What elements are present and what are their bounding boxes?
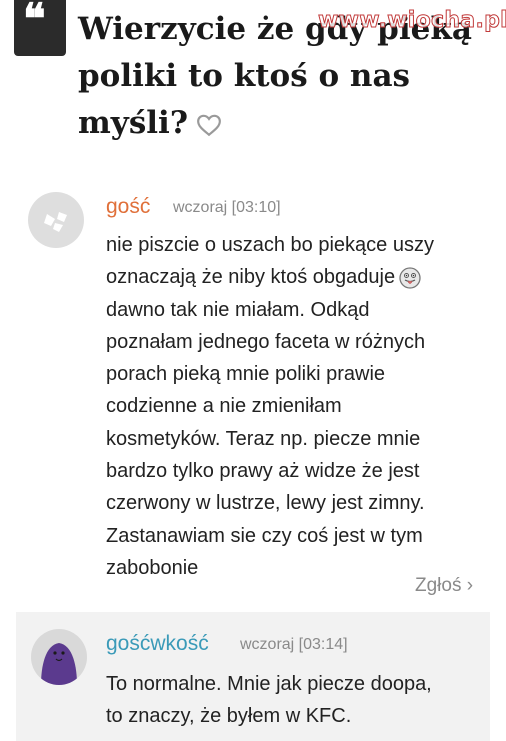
comment-line-text: oznaczają że niby ktoś obgaduje xyxy=(106,266,396,289)
thread-header: ❝ Wierzycie że gdy pieką poliki to ktoś … xyxy=(0,0,506,165)
comment-body: nie piszcie o uszach bo piekące uszy ozn… xyxy=(106,229,496,584)
comment: gośćwkość wczoraj [03:14] To normalne. M… xyxy=(16,612,490,741)
comment-timestamp: wczoraj [03:14] xyxy=(240,636,348,653)
comment-body: To normalne. Mnie jak piecze doopa, to z… xyxy=(106,668,486,733)
watermark: www.wiocha.pl xyxy=(318,8,506,34)
comment-author[interactable]: gość xyxy=(106,195,150,219)
comment-line: czerwony w lustrze, lewy jest zimny. xyxy=(106,492,425,515)
comment-line: kosmetyków. Teraz np. piecze mnie xyxy=(106,427,421,450)
report-button[interactable]: Zgłoś › xyxy=(415,575,473,597)
comment-line: poznałam jednego faceta w różnych xyxy=(106,330,426,353)
comment-line: To normalne. Mnie jak piecze doopa, xyxy=(106,673,432,695)
guest-avatar-icon xyxy=(44,212,67,232)
heart-icon[interactable] xyxy=(196,113,222,137)
comment-line: codzienne a nie zmieniłam xyxy=(106,395,342,418)
comment-line: Zastanawiam sie czy coś jest w tym xyxy=(106,524,423,547)
comment-line: nie piszcie o uszach bo piekące uszy xyxy=(106,234,434,256)
comment-line: porach pieką mnie poliki prawie xyxy=(106,363,386,386)
quote-icon: ❝ xyxy=(14,0,66,56)
comment: gość wczoraj [03:10] nie piszcie o uszac… xyxy=(0,165,506,610)
comment-timestamp: wczoraj [03:10] xyxy=(173,199,281,216)
avatar xyxy=(28,192,84,248)
title-line: poliki to ktoś o nas xyxy=(78,58,411,94)
comment-line: to znaczy, że byłem w KFC. xyxy=(106,705,352,728)
comment-line: bardzo tylko prawy aż widze że jest xyxy=(106,460,420,483)
comment-author[interactable]: gośćwkość xyxy=(106,632,209,656)
tongue-emoji-icon xyxy=(399,267,421,289)
comment-line: dawno tak nie miałam. Odkąd xyxy=(106,298,370,321)
title-line: myśli? xyxy=(78,105,188,141)
grimace-avatar-icon xyxy=(41,643,77,685)
comment-line: oznaczają że niby ktoś obgaduje xyxy=(106,261,496,293)
avatar[interactable] xyxy=(31,629,87,685)
